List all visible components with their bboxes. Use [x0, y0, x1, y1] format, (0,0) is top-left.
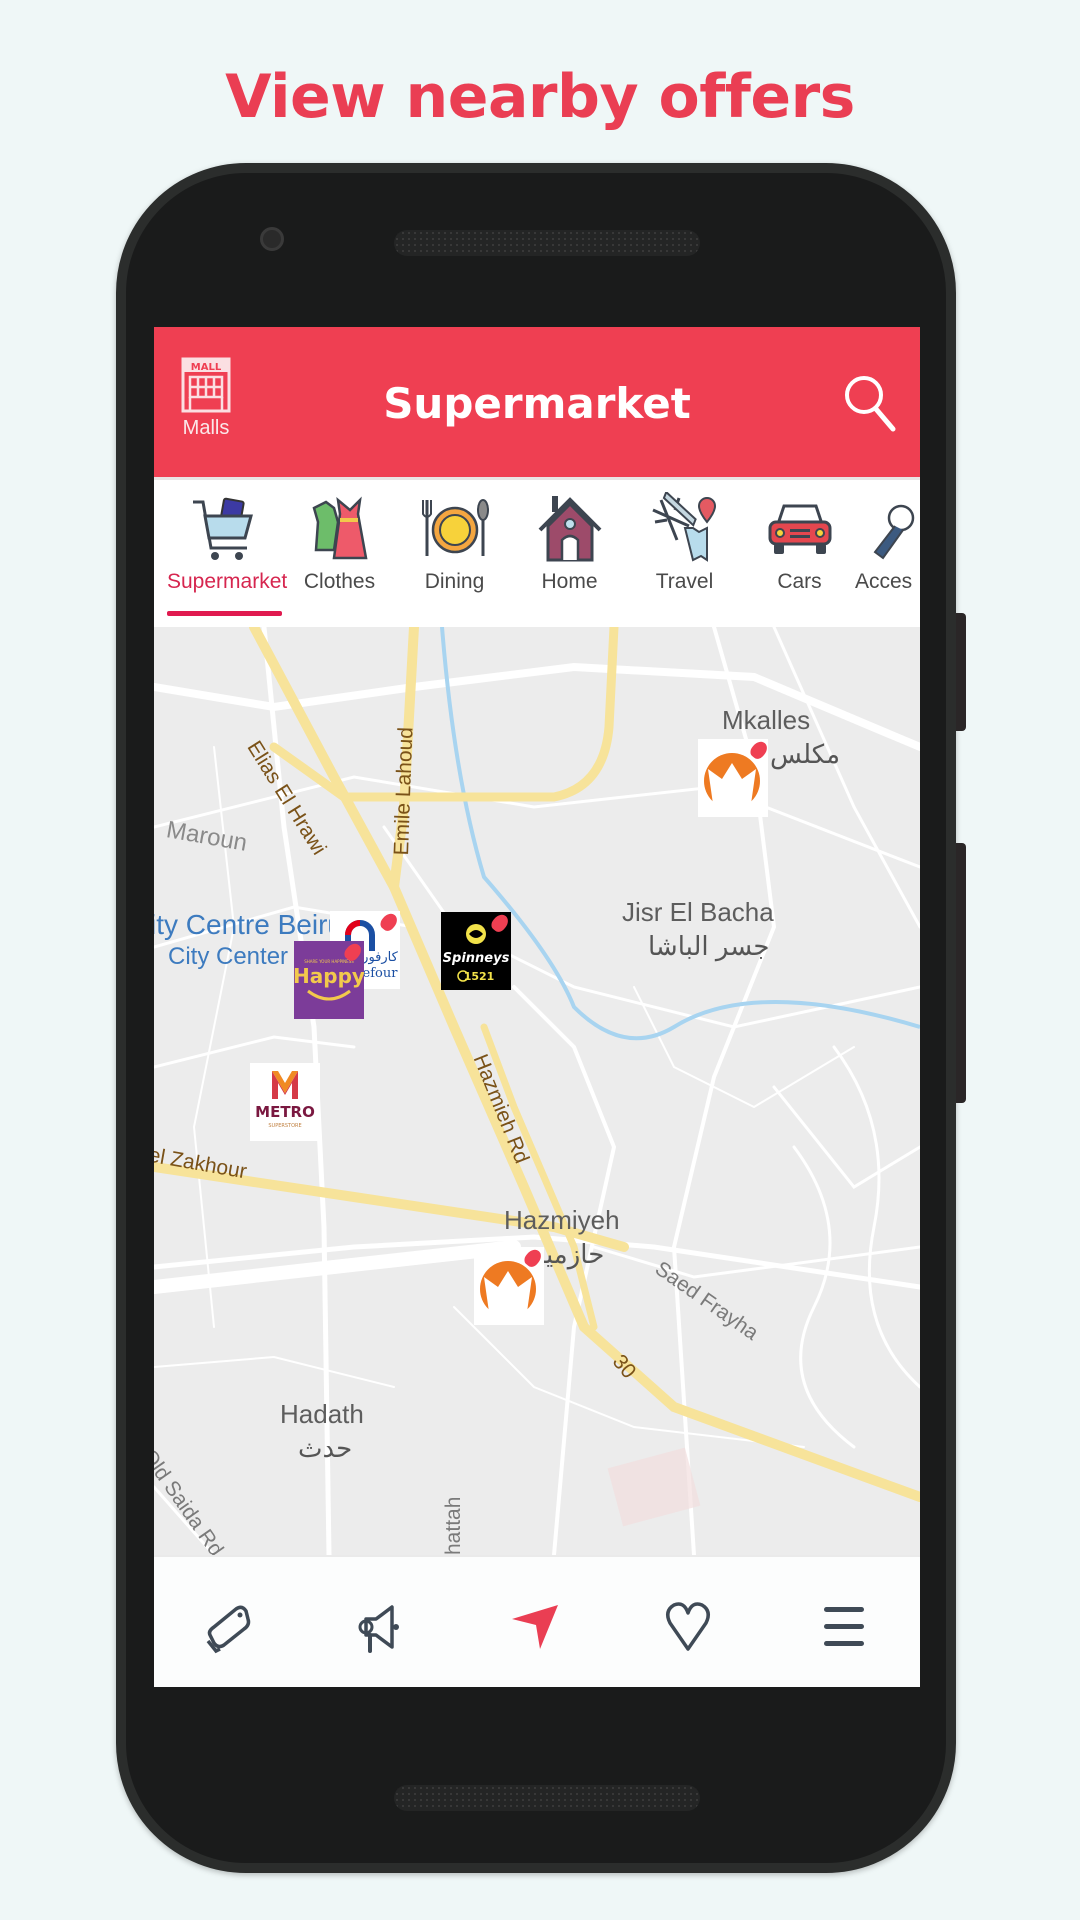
svg-text:efour: efour [363, 966, 399, 981]
tab-label: Home [541, 570, 598, 593]
store-marker-metro[interactable]: METRO SUPERSTORE [250, 1063, 320, 1141]
tab-clothes[interactable]: Clothes [282, 492, 397, 594]
tab-accessories[interactable]: Acces [855, 492, 920, 594]
tab-label: Dining [424, 570, 485, 593]
accessories-icon [873, 504, 915, 560]
tab-label: Travel [655, 570, 714, 593]
poi-label: ity Centre Beiru [154, 909, 343, 940]
nav-favorites[interactable] [658, 1597, 718, 1657]
app-bar: MALL Malls Supermarket [154, 327, 920, 477]
metro-logo: METRO SUPERSTORE [255, 1071, 315, 1129]
offers-map[interactable]: Elias El Hrawi Emile Lahoud Maroun Mkall… [154, 627, 920, 1555]
store-marker-spinneys[interactable]: Spinneys 1521 [441, 911, 512, 990]
place-label: Hazmiyeh [504, 1205, 620, 1235]
category-tabs: Supermarket Clothes Dining Home Travel C… [154, 477, 920, 627]
tags-icon [206, 1605, 251, 1654]
svg-text:Spinneys: Spinneys [443, 951, 510, 966]
hamburger-menu-icon [824, 1607, 864, 1646]
tab-cars[interactable]: Cars [742, 492, 857, 594]
store-marker-fakhani[interactable] [698, 738, 771, 817]
power-button [956, 613, 966, 731]
megaphone-icon [358, 1605, 399, 1653]
bottom-speaker [394, 1785, 700, 1811]
clothes-icon [312, 496, 367, 560]
nav-nearby[interactable] [506, 1597, 566, 1657]
location-arrow-icon [512, 1605, 558, 1649]
search-button[interactable] [842, 373, 898, 433]
place-label-arabic: جسر الباشا [648, 931, 770, 961]
promo-headline: View nearby offers [225, 62, 855, 132]
tab-label: Cars [777, 570, 822, 593]
road-label: hattah [442, 1496, 465, 1555]
svg-text:كارفور: كارفور [361, 950, 398, 965]
bottom-navigation [154, 1555, 920, 1687]
tab-home[interactable]: Home [512, 492, 627, 594]
store-marker-happy[interactable]: SHARE YOUR HAPPINESS Happy [293, 940, 365, 1019]
svg-text:Happy: Happy [294, 964, 364, 988]
place-label: Jisr El Bacha [622, 897, 774, 927]
tab-label: Clothes [303, 570, 376, 593]
house-icon [538, 496, 601, 562]
road-label: Emile Lahoud [390, 726, 418, 856]
tab-label: Acces [855, 570, 913, 593]
place-label-arabic: مكلس [770, 739, 841, 769]
app-screen: MALL Malls Supermarket Supermarket Cloth… [154, 327, 920, 1687]
car-icon [768, 504, 831, 554]
page-title: Supermarket [383, 379, 691, 428]
nav-offers[interactable] [200, 1597, 260, 1657]
nav-announcements[interactable] [352, 1597, 412, 1657]
volume-button [956, 843, 966, 1103]
tab-dining[interactable]: Dining [397, 492, 512, 594]
tab-supermarket[interactable]: Supermarket [167, 492, 288, 594]
poi-label: City Center B [168, 943, 311, 970]
svg-text:MALL: MALL [191, 362, 222, 373]
front-camera [260, 227, 284, 251]
travel-plane-map-icon [651, 492, 716, 562]
tab-travel[interactable]: Travel [627, 492, 742, 594]
dining-plate-icon [421, 499, 489, 556]
svg-text:METRO: METRO [255, 1103, 315, 1121]
heart-icon [666, 1602, 710, 1651]
store-marker-fakhani[interactable] [474, 1246, 545, 1325]
nav-menu[interactable] [814, 1597, 874, 1657]
place-label: Hadath [280, 1399, 364, 1429]
active-tab-indicator [167, 611, 282, 616]
place-label: Mkalles [722, 705, 811, 735]
shopping-cart-icon [192, 497, 253, 560]
tab-label: Supermarket [167, 570, 288, 593]
svg-text:SUPERSTORE: SUPERSTORE [268, 1123, 301, 1129]
top-speaker [394, 230, 700, 256]
place-label-arabic: حدث [298, 1433, 353, 1463]
search-icon [845, 376, 896, 432]
